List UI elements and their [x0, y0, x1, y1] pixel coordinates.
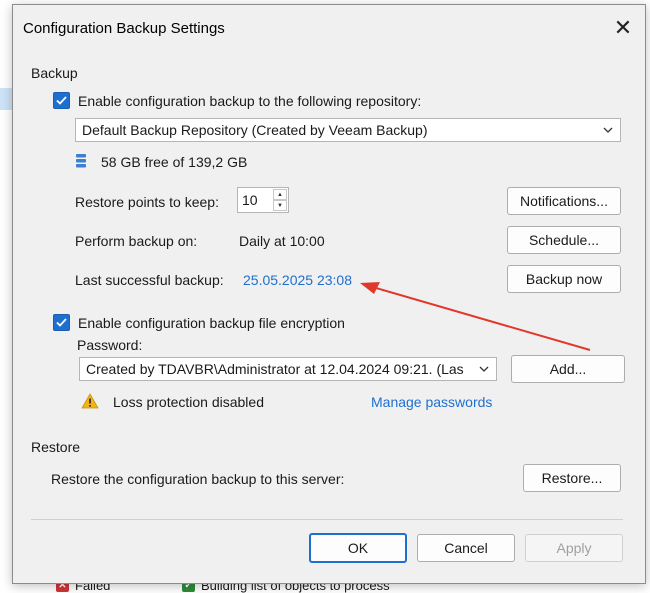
storage-info: 58 GB free of 139,2 GB [101, 154, 248, 170]
cancel-button[interactable]: Cancel [417, 534, 515, 562]
chevron-down-icon [603, 127, 613, 133]
password-value: Created by TDAVBR\Administrator at 12.04… [86, 361, 464, 377]
last-backup-label: Last successful backup: [75, 272, 224, 288]
restore-points-value[interactable]: 10 [238, 192, 270, 208]
schedule-button[interactable]: Schedule... [507, 226, 621, 254]
dialog-title: Configuration Backup Settings [23, 20, 225, 37]
perform-backup-value: Daily at 10:00 [239, 233, 325, 249]
enable-backup-label: Enable configuration backup to the follo… [78, 92, 422, 109]
enable-backup-row[interactable]: Enable configuration backup to the follo… [53, 92, 421, 109]
encryption-checkbox[interactable] [53, 314, 70, 331]
background-selected-row [0, 88, 12, 110]
stepper-down-icon[interactable]: ▼ [273, 200, 287, 211]
encryption-label: Enable configuration backup file encrypt… [78, 314, 345, 331]
database-icon [76, 154, 86, 168]
warning-text: Loss protection disabled [113, 394, 264, 410]
repository-select[interactable]: Default Backup Repository (Created by Ve… [75, 118, 621, 142]
stepper-arrows[interactable]: ▲ ▼ [273, 189, 287, 211]
add-password-button[interactable]: Add... [511, 355, 625, 383]
repository-value: Default Backup Repository (Created by Ve… [82, 122, 428, 138]
last-backup-value: 25.05.2025 23:08 [243, 272, 352, 288]
restore-points-stepper[interactable]: 10 ▲ ▼ [237, 187, 289, 213]
close-button[interactable]: ✕ [609, 14, 637, 42]
password-label: Password: [77, 337, 143, 353]
enable-backup-checkbox[interactable] [53, 92, 70, 109]
encryption-row[interactable]: Enable configuration backup file encrypt… [53, 314, 345, 331]
manage-passwords-link[interactable]: Manage passwords [371, 394, 492, 410]
password-select[interactable]: Created by TDAVBR\Administrator at 12.04… [79, 357, 497, 381]
ok-button[interactable]: OK [309, 533, 407, 563]
checkmark-icon [56, 318, 67, 327]
apply-button[interactable]: Apply [525, 534, 623, 562]
warning-icon [81, 393, 99, 409]
stepper-up-icon[interactable]: ▲ [273, 189, 287, 200]
notifications-button[interactable]: Notifications... [507, 187, 621, 215]
restore-section-label: Restore [31, 439, 81, 455]
configuration-backup-settings-dialog: Configuration Backup Settings ✕ Backup E… [12, 4, 646, 584]
checkmark-icon [56, 96, 67, 105]
perform-backup-label: Perform backup on: [75, 233, 198, 249]
restore-points-label: Restore points to keep: [75, 194, 219, 210]
chevron-down-icon [479, 366, 489, 372]
restore-button[interactable]: Restore... [523, 464, 621, 492]
backup-now-button[interactable]: Backup now [507, 265, 621, 293]
footer-divider [31, 519, 623, 520]
restore-label: Restore the configuration backup to this… [51, 471, 345, 487]
backup-section-label: Backup [31, 65, 78, 81]
